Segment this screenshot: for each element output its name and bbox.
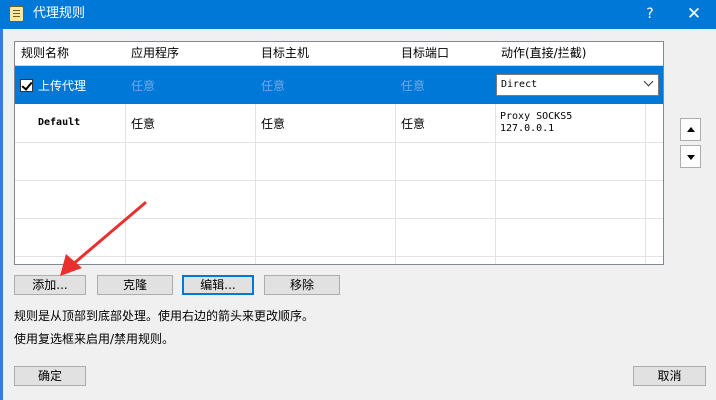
move-down-button[interactable] [680,145,701,168]
clone-button[interactable]: 克隆 [97,275,173,295]
edit-button[interactable]: 编辑... [182,275,254,295]
info-text-order: 规则是从顶部到底部处理。使用右边的箭头来更改顺序。 [14,309,315,323]
target-port-cell: 任意 [401,117,426,131]
column-header-filler [645,42,663,66]
target-host-cell: 任意 [261,79,286,93]
rule-name-cell: 上传代理 [38,79,87,93]
column-header-target-port[interactable]: 目标端口 [395,42,495,66]
action-dropdown[interactable]: Direct [496,74,659,96]
chevron-down-icon [643,76,654,87]
action-cell-line2: 127.0.0.1 [500,123,555,134]
application-cell: 任意 [131,79,156,93]
row-divider [15,180,663,181]
rule-name-cell: Default [38,117,81,128]
title-bar: 代理规则 ? ✕ [0,0,716,29]
row-divider [15,256,663,257]
column-header-application[interactable]: 应用程序 [125,42,255,66]
app-icon [9,6,24,22]
triangle-down-icon [687,155,695,160]
ok-button[interactable]: 确定 [14,366,86,386]
application-cell: 任意 [131,117,156,131]
add-button[interactable]: 添加... [14,275,86,295]
remove-button[interactable]: 移除 [264,275,340,295]
action-cell-line1: Proxy SOCKS5 [500,111,573,122]
rules-table[interactable]: 规则名称 应用程序 目标主机 目标端口 动作(直接/拦截) 上传代理 任意 任意… [14,41,664,265]
move-up-button[interactable] [680,118,701,141]
close-button[interactable]: ✕ [676,3,712,25]
target-port-cell: 任意 [401,79,426,93]
triangle-up-icon [687,127,695,132]
target-host-cell: 任意 [261,117,286,131]
column-header-target-host[interactable]: 目标主机 [255,42,395,66]
column-header-action[interactable]: 动作(直接/拦截) [495,42,645,66]
row-divider [15,142,663,143]
rule-enabled-checkbox[interactable] [20,79,33,92]
action-dropdown-value: Direct [501,79,538,90]
row-divider [15,218,663,219]
info-text-checkbox: 使用复选框来启用/禁用规则。 [14,332,175,346]
column-header-rule-name[interactable]: 规则名称 [15,42,125,66]
window-title: 代理规则 [33,6,86,21]
window-edge [0,29,3,400]
help-button[interactable]: ? [636,4,664,24]
cancel-button[interactable]: 取消 [633,366,706,386]
